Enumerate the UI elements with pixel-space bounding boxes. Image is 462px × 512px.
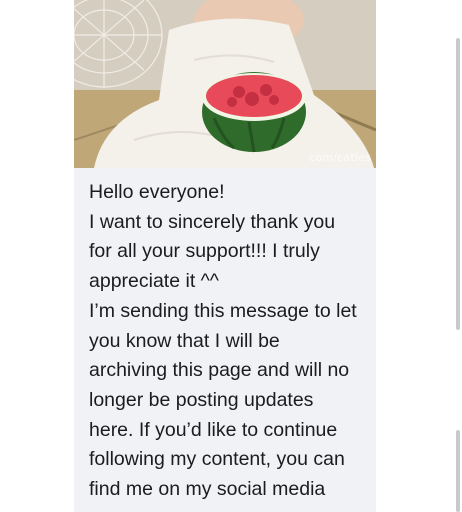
message-line: following my content, you can [89, 448, 345, 471]
message-bubble: com/caties Hello everyone! I want to sin… [74, 0, 376, 512]
message-line: appreciate it ^^ [89, 270, 219, 293]
message-line: Hello everyone! [89, 181, 225, 203]
message-line: find me on my social media [89, 478, 326, 501]
attached-photo[interactable]: com/caties [74, 0, 376, 168]
photo-watermark: com/caties [309, 151, 371, 164]
photo-illustration [74, 0, 376, 168]
message-line: for all your support!!! I truly [89, 240, 320, 263]
message-line: you know that I will be [89, 329, 280, 352]
message-line: longer be posting updates [89, 388, 314, 411]
message-line: I’m sending this message to let [89, 299, 357, 322]
chat-screen: com/caties Hello everyone! I want to sin… [0, 0, 462, 512]
message-line: I want to sincerely thank you [89, 210, 336, 233]
scrollbar-thumb-secondary[interactable] [456, 430, 460, 512]
message-text: Hello everyone! I want to sincerely than… [89, 178, 374, 505]
message-line: archiving this page and will no [89, 359, 350, 382]
scrollbar-thumb[interactable] [456, 38, 460, 330]
message-line: here. If you’d like to continue [89, 418, 338, 441]
scrollbar[interactable] [454, 0, 462, 512]
